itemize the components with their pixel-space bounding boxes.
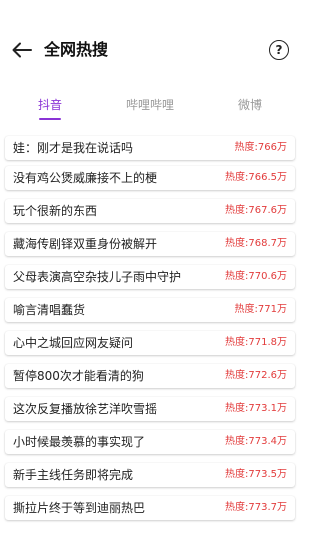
topic-text: 没有鸡公煲威廉接不上的梗 [13,171,158,185]
heat-value: 热度:772.6万 [225,370,287,381]
list-item[interactable]: 玩个很新的东西 热度:767.6万 [5,199,295,223]
app-screen: 全网热搜 ? 抖音 哔哩哔哩 微博 娃：刚才是我在说话吗 热度:766万 没有鸡… [0,0,300,533]
heat-value: 热度:773.1万 [225,403,287,414]
topic-text: 心中之城回应网友疑问 [13,336,134,350]
heat-value: 热度:767.6万 [225,205,287,216]
topic-text: 父母表演高空杂技儿子雨中守护 [13,270,182,284]
tab-bilibili[interactable]: 哔哩哔哩 [105,94,195,120]
topic-text: 撕拉片终于等到迪丽热巴 [13,501,146,515]
tab-label: 微博 [237,98,262,112]
list-item[interactable]: 小时候最羡慕的事实现了 热度:773.4万 [5,430,295,454]
tab-label: 哔哩哔哩 [125,98,174,112]
heat-value: 热度:773.4万 [225,436,287,447]
topic-text: 新手主线任务即将完成 [13,468,134,482]
topic-text: 藏海传剧铎双重身份被解开 [13,237,158,251]
list-item[interactable]: 新手主线任务即将完成 热度:773.5万 [5,463,295,487]
question-mark-icon: ? [275,43,283,57]
heat-value: 热度:766万 [234,142,287,153]
topic-text: 玩个很新的东西 [13,204,98,218]
tab-weibo[interactable]: 微博 [205,94,295,120]
list-item[interactable]: 撕拉片终于等到迪丽热巴 热度:773.7万 [5,496,295,520]
topic-text: 喻言清唱蠢货 [13,303,86,317]
list-item[interactable]: 娃：刚才是我在说话吗 热度:766万 [5,136,295,160]
topic-text: 小时候最羡慕的事实现了 [13,435,146,449]
topic-text: 娃：刚才是我在说话吗 [13,141,134,155]
heat-value: 热度:773.7万 [225,502,287,513]
heat-value: 热度:773.5万 [225,469,287,480]
heat-value: 热度:766.5万 [225,172,287,183]
list-item[interactable]: 喻言清唱蠢货 热度:771万 [5,298,295,322]
heat-value: 热度:771万 [234,304,287,315]
list-item[interactable]: 藏海传剧铎双重身份被解开 热度:768.7万 [5,232,295,256]
topic-text: 这次反复播放徐艺洋吹雪摇 [13,402,158,416]
tab-douyin[interactable]: 抖音 [5,94,95,120]
topic-text: 暂停800次才能看清的狗 [13,369,144,383]
tab-label: 抖音 [37,98,62,112]
list-item[interactable]: 心中之城回应网友疑问 热度:771.8万 [5,331,295,355]
arrow-left-icon [12,42,32,58]
active-tab-indicator [39,118,61,120]
list-item[interactable]: 父母表演高空杂技儿子雨中守护 热度:770.6万 [5,265,295,289]
help-button[interactable]: ? [269,40,289,60]
list-item[interactable]: 这次反复播放徐艺洋吹雪摇 热度:773.1万 [5,397,295,421]
list-item[interactable]: 暂停800次才能看清的狗 热度:772.6万 [5,364,295,388]
heat-value: 热度:771.8万 [225,337,287,348]
list-item[interactable]: 没有鸡公煲威廉接不上的梗 热度:766.5万 [5,166,295,190]
page-title: 全网热搜 [44,40,109,59]
top-bar: 全网热搜 ? [0,30,300,70]
heat-value: 热度:770.6万 [225,271,287,282]
back-button[interactable] [10,40,34,60]
heat-value: 热度:768.7万 [225,238,287,249]
tab-bar: 抖音 哔哩哔哩 微博 [0,94,300,124]
